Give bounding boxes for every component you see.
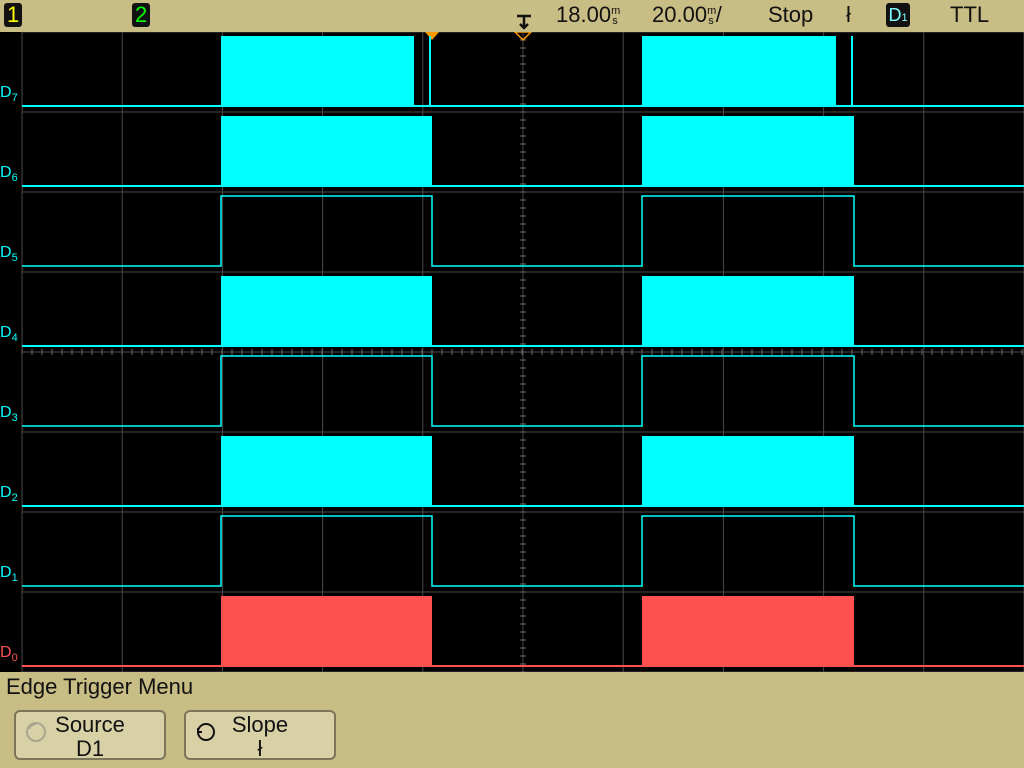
trace-d4-burst	[221, 276, 432, 346]
trace-d2-burst	[221, 436, 432, 506]
trigger-slope-icon: ł	[846, 2, 851, 27]
run-state[interactable]: Stop	[768, 2, 813, 28]
waveform-canvas	[21, 32, 1024, 672]
waveform-display[interactable]: D7 D6 D5 D4 D3 D2 D1 D0	[0, 32, 1024, 672]
channel-label-d6[interactable]: D6	[0, 164, 18, 184]
source-softkey-value: D1	[75, 736, 105, 761]
trace-d7-burst	[642, 36, 836, 106]
source-softkey-label: Source	[55, 712, 125, 737]
trace-d4-burst	[642, 276, 854, 346]
softkey-menu: Edge Trigger Menu Source D1 Slope ł	[0, 672, 1024, 768]
slope-softkey-value: ł	[257, 736, 263, 761]
channel-label-d7[interactable]: D7	[0, 84, 18, 104]
channel-label-d2[interactable]: D2	[0, 484, 18, 504]
channel-label-d4[interactable]: D4	[0, 324, 18, 344]
channel-label-d0[interactable]: D0	[0, 644, 18, 664]
trigger-marker	[425, 32, 439, 40]
channel-1-indicator[interactable]: 1	[4, 3, 23, 27]
source-softkey[interactable]: Source D1	[14, 710, 166, 760]
trace-d7-burst	[221, 36, 414, 106]
trace-d6-burst	[642, 116, 854, 186]
channel-label-d3[interactable]: D3	[0, 404, 18, 424]
trigger-position-icon	[517, 14, 531, 30]
trigger-source-badge[interactable]: D1	[886, 3, 910, 27]
time-offset: 18.00ms	[556, 2, 621, 27]
trace-d0-burst	[642, 596, 854, 666]
channel-label-d5[interactable]: D5	[0, 244, 18, 264]
trace-d0-burst	[221, 596, 432, 666]
slope-softkey-label: Slope	[231, 712, 289, 737]
status-bar: 1 2 18.00ms 20.00ms/ Stop ł D1 TTL	[0, 0, 1024, 32]
channel-label-d1[interactable]: D1	[0, 564, 18, 584]
trigger-threshold: TTL	[950, 2, 990, 27]
channel-2-indicator[interactable]: 2	[132, 3, 151, 27]
menu-title: Edge Trigger Menu	[6, 674, 194, 699]
slope-softkey[interactable]: Slope ł	[184, 710, 336, 760]
trace-d2-burst	[642, 436, 854, 506]
trace-d6-burst	[221, 116, 432, 186]
timebase: 20.00ms/	[652, 2, 722, 27]
